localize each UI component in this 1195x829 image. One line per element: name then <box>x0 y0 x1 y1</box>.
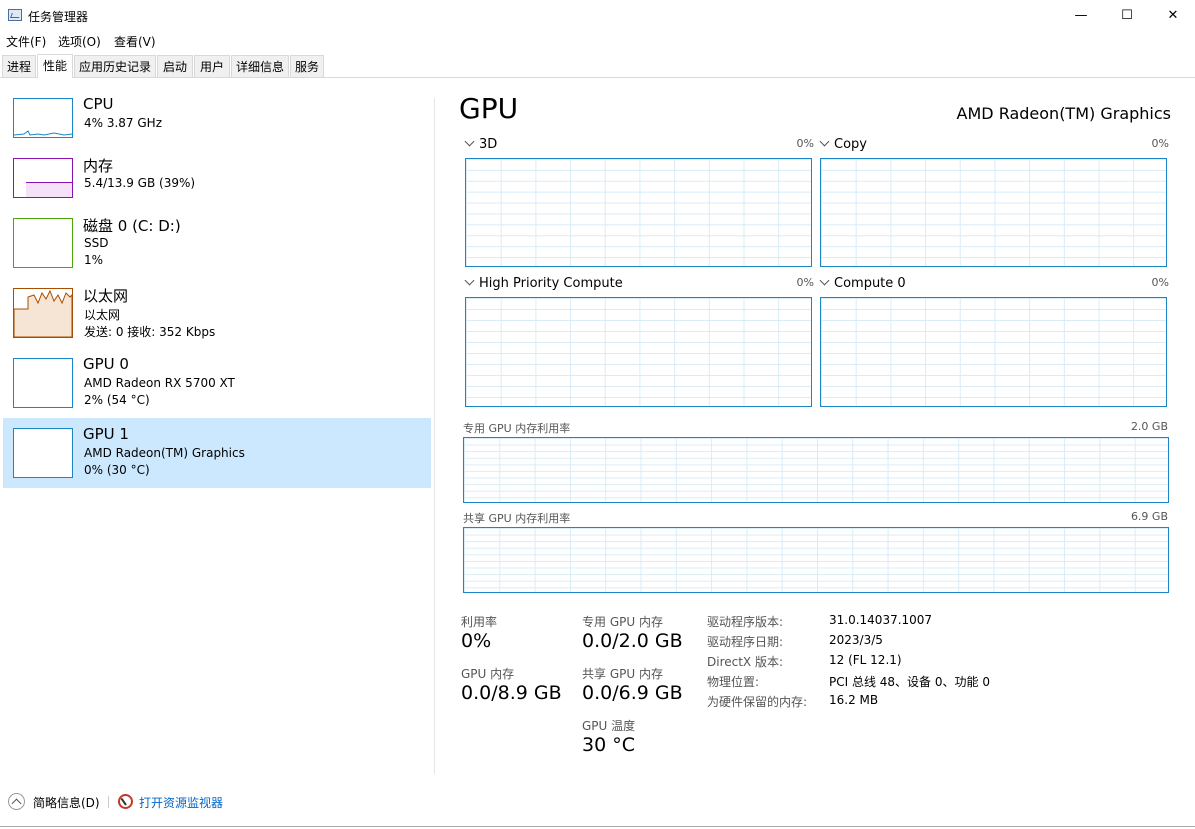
graph-compute0-selector[interactable]: Compute 0 <box>819 275 906 291</box>
sidebar-item-usage: 1% <box>84 253 104 267</box>
utilization-label: 利用率 <box>461 615 498 629</box>
reserved-memory-value: 16.2 MB <box>829 693 879 707</box>
graph-high-priority-compute-selector[interactable]: High Priority Compute <box>464 275 623 291</box>
window-title: 任务管理器 <box>28 10 89 24</box>
sidebar-item-detail: 4% 3.87 GHz <box>84 116 163 130</box>
gpu1-thumbnail <box>13 428 73 478</box>
driver-version-value: 31.0.14037.1007 <box>829 613 933 627</box>
graph-copy-selector[interactable]: Copy <box>819 136 867 152</box>
utilization-value: 0% <box>461 630 492 652</box>
footer-separator <box>108 796 109 808</box>
open-resource-monitor-link[interactable]: 打开资源监视器 <box>139 794 223 811</box>
gpu-temp-value: 30 °C <box>582 734 635 756</box>
sidebar-item-detail: SSD <box>84 236 109 250</box>
chevron-down-icon <box>464 136 475 147</box>
chevron-down-icon <box>464 275 475 286</box>
menu-file[interactable]: 文件(F) <box>6 33 46 50</box>
task-manager-icon <box>8 9 22 21</box>
shared-memory-max: 6.9 GB <box>1130 510 1168 523</box>
sidebar-item-title: 内存 <box>83 157 114 175</box>
sidebar-item-ethernet[interactable]: 以太网 以太网 发送: 0 接收: 352 Kbps <box>3 280 431 350</box>
close-button[interactable]: ✕ <box>1150 0 1195 31</box>
device-name: AMD Radeon(TM) Graphics <box>956 104 1171 123</box>
sidebar-item-detail: 以太网 <box>84 308 121 322</box>
maximize-button[interactable]: ☐ <box>1104 0 1150 31</box>
sidebar-item-detail: AMD Radeon(TM) Graphics <box>84 446 245 460</box>
sidebar-item-title: 以太网 <box>83 287 129 305</box>
graph-3d-selector[interactable]: 3D <box>464 136 497 152</box>
menu-view[interactable]: 查看(V) <box>114 33 156 50</box>
dedicated-memory-graph <box>463 437 1169 503</box>
graph-copy-percent: 0% <box>1151 137 1169 150</box>
sidebar-item-gpu0[interactable]: GPU 0 AMD Radeon RX 5700 XT 2% (54 °C) <box>3 350 431 420</box>
cpu-thumbnail <box>13 98 73 138</box>
page-title: GPU <box>459 92 519 125</box>
tab-app-history[interactable]: 应用历史记录 <box>74 55 156 77</box>
physical-location-value: PCI 总线 48、设备 0、功能 0 <box>829 675 990 689</box>
driver-version-label: 驱动程序版本: <box>707 615 784 629</box>
driver-date-label: 驱动程序日期: <box>707 635 784 649</box>
sidebar-item-usage: 2% (54 °C) <box>84 393 150 407</box>
sidebar-item-disk[interactable]: 磁盘 0 (C: D:) SSD 1% <box>3 210 431 280</box>
shared-memory-label: 共享 GPU 内存 <box>582 667 663 681</box>
memory-thumbnail <box>13 158 73 198</box>
disk-thumbnail <box>13 218 73 268</box>
tab-bar: 进程 性能 应用历史记录 启动 用户 详细信息 服务 <box>0 54 1195 78</box>
resource-monitor-icon[interactable] <box>118 794 133 809</box>
sidebar-item-detail: 5.4/13.9 GB (39%) <box>84 176 196 190</box>
ethernet-thumbnail <box>13 288 73 338</box>
sidebar-item-gpu1[interactable]: GPU 1 AMD Radeon(TM) Graphics 0% (30 °C) <box>3 418 431 488</box>
shared-memory-graph <box>463 527 1169 593</box>
reserved-memory-label: 为硬件保留的内存: <box>707 695 808 709</box>
menu-bar: 文件(F) 选项(O) 查看(V) <box>0 31 1195 51</box>
directx-version-value: 12 (FL 12.1) <box>829 653 902 667</box>
sidebar-item-usage: 0% (30 °C) <box>84 463 150 477</box>
tab-users[interactable]: 用户 <box>194 55 230 77</box>
tab-details[interactable]: 详细信息 <box>231 55 289 77</box>
dedicated-memory-graph-label: 专用 GPU 内存利用率 <box>463 422 571 435</box>
graph-compute0-percent: 0% <box>1151 276 1169 289</box>
graph-high-priority-compute <box>465 297 812 407</box>
sidebar-item-detail: AMD Radeon RX 5700 XT <box>84 376 235 390</box>
tab-startup[interactable]: 启动 <box>157 55 193 77</box>
dedicated-memory-value: 0.0/2.0 GB <box>582 630 683 652</box>
chevron-down-icon <box>819 275 830 286</box>
dedicated-memory-max: 2.0 GB <box>1130 420 1168 433</box>
dedicated-memory-label: 专用 GPU 内存 <box>582 615 663 629</box>
chevron-down-icon <box>819 136 830 147</box>
gpu-memory-label: GPU 内存 <box>461 667 515 681</box>
window-bottom-border <box>0 826 1195 827</box>
title-bar: 任务管理器 — ☐ ✕ <box>0 0 1195 31</box>
graph-compute0 <box>820 297 1167 407</box>
tab-performance[interactable]: 性能 <box>37 54 73 78</box>
shared-memory-value: 0.0/6.9 GB <box>582 682 683 704</box>
gpu-temp-label: GPU 温度 <box>582 719 636 733</box>
graph-3d <box>465 158 812 267</box>
graph-hpc-percent: 0% <box>796 276 814 289</box>
driver-date-value: 2023/3/5 <box>829 633 883 647</box>
physical-location-label: 物理位置: <box>707 675 760 689</box>
gpu-memory-value: 0.0/8.9 GB <box>461 682 562 704</box>
directx-version-label: DirectX 版本: <box>707 655 784 669</box>
tab-processes[interactable]: 进程 <box>2 55 36 77</box>
shared-memory-graph-label: 共享 GPU 内存利用率 <box>463 512 571 525</box>
fewer-details-link[interactable]: 简略信息(D) <box>33 794 100 811</box>
menu-options[interactable]: 选项(O) <box>58 33 101 50</box>
sidebar-item-title: GPU 0 <box>83 355 129 373</box>
sidebar-item-title: CPU <box>83 95 114 113</box>
panel-divider <box>434 98 435 774</box>
sidebar-item-title: GPU 1 <box>83 425 129 443</box>
sidebar-item-title: 磁盘 0 (C: D:) <box>83 217 181 235</box>
chevron-up-icon[interactable] <box>8 793 25 810</box>
sidebar-item-throughput: 发送: 0 接收: 352 Kbps <box>84 325 216 339</box>
resource-sidebar: CPU 4% 3.87 GHz 内存 5.4/13.9 GB (39%) 磁盘 … <box>0 90 432 490</box>
graph-3d-percent: 0% <box>796 137 814 150</box>
graph-copy <box>820 158 1167 267</box>
minimize-button[interactable]: — <box>1058 0 1104 31</box>
gpu0-thumbnail <box>13 358 73 408</box>
tab-services[interactable]: 服务 <box>290 55 324 77</box>
